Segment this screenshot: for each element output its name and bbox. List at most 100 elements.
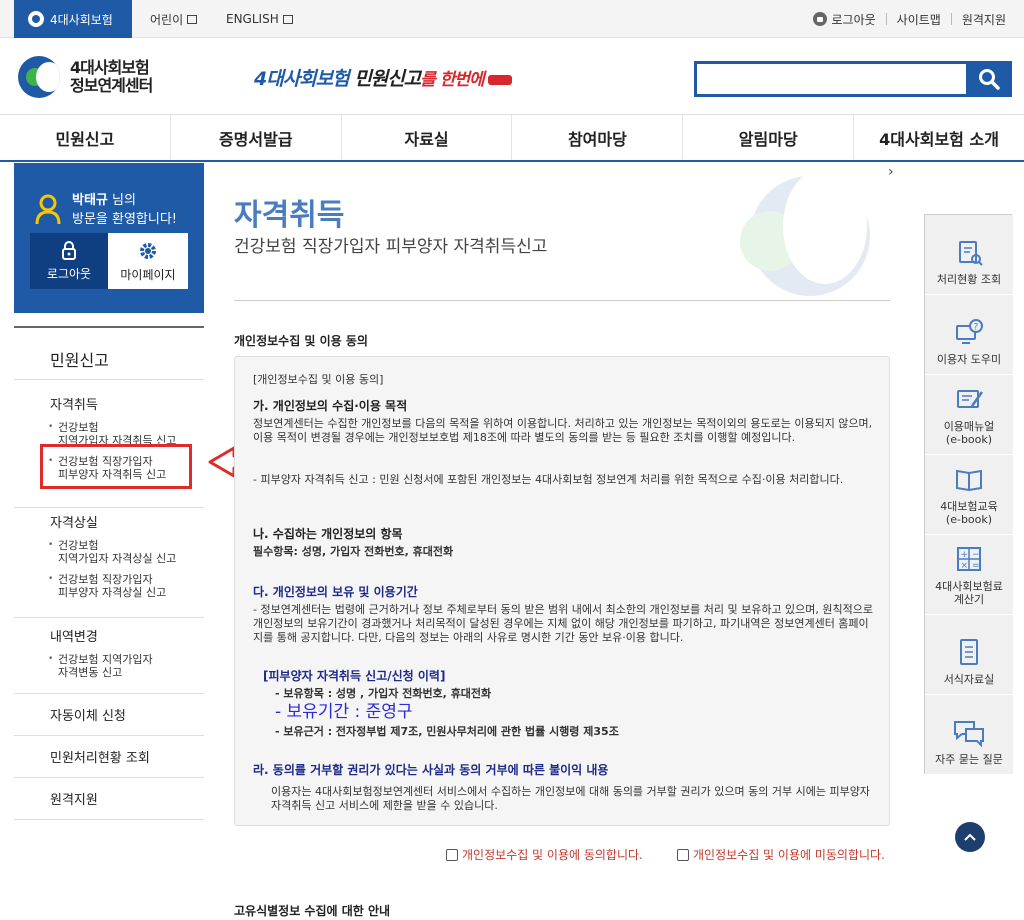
sitemap-link[interactable]: 사이트맵 [897, 11, 941, 28]
greeting-line2: 방문을 환영합니다! [72, 212, 178, 227]
sidebar-item-line1: 건강보험 [58, 421, 99, 434]
svg-text:×: × [961, 561, 969, 571]
red-arrow-icon [235, 357, 435, 497]
nav-library[interactable]: 자료실 [342, 115, 513, 160]
sidebar-item-line1: 건강보험 지역가입자 [58, 653, 153, 666]
record-item3: - 보유근거 : 전자정부법 제7조, 민원사무처리에 관한 법률 시행령 제3… [275, 725, 619, 738]
quick-item-label: 이용매뉴얼 (e-book) [943, 420, 995, 446]
welcome-panel: 박태규 님의 방문을 환영합니다! 로그아웃 마이페이지 [14, 163, 204, 313]
mypage-button-label: 마이페이지 [120, 267, 176, 282]
quick-item-label: 이용자 도우미 [936, 353, 1002, 366]
quick-item-label: 처리현황 조회 [936, 273, 1002, 286]
chevron-right-icon[interactable]: › [888, 164, 894, 180]
agree-checkbox[interactable] [446, 848, 458, 861]
manual-edit-icon [957, 390, 984, 408]
logout-link[interactable]: 로그아웃 [831, 11, 875, 28]
sidebar-item-line2: 피부양자 자격상실 신고 [58, 586, 167, 599]
sidebar-item-line1: 건강보험 [58, 539, 99, 552]
slogan-part1: 4대사회보험 [254, 68, 350, 90]
sidebar-group-title[interactable]: 내역변경 [14, 626, 204, 645]
svg-text:+: + [961, 550, 969, 560]
logo-icon [18, 56, 60, 98]
user-name: 박태규 [72, 193, 108, 208]
disagree-checkbox[interactable] [677, 848, 689, 861]
section-title-unique-id: 고유식별정보 수집에 대한 안내 [234, 904, 391, 918]
new-window-icon [187, 14, 198, 24]
mypage-button[interactable]: 마이페이지 [108, 233, 188, 289]
sidebar-item-line2: 자격변동 신고 [58, 666, 123, 679]
new-window-icon [282, 14, 293, 24]
highlight-box [40, 444, 192, 489]
sidebar-item-regional-change[interactable]: 건강보험 지역가입자 자격변동 신고 [14, 653, 204, 679]
consent-text-box[interactable]: [개인정보수집 및 이용 동의] 가. 개인정보의 수집·이용 목적 정보연계센… [234, 356, 890, 826]
nav-certificate[interactable]: 증명서발급 [171, 115, 342, 160]
section-ra-title: 라. 동의를 거부할 권리가 있다는 사실과 동의 거부에 따른 불이익 내용 [253, 763, 609, 777]
sidebar-item-status-inquiry[interactable]: 민원처리현황 조회 [14, 736, 204, 778]
sidebar-group-change: 내역변경 건강보험 지역가입자 자격변동 신고 [14, 618, 204, 694]
padlock-icon [62, 240, 76, 260]
sidebar-group-title[interactable]: 자격상실 [14, 512, 204, 531]
svg-text:−: − [972, 550, 980, 560]
kids-link[interactable]: 어린이 [150, 0, 198, 38]
sidebar-item-auto-transfer[interactable]: 자동이체 신청 [14, 694, 204, 736]
svg-text:?: ? [974, 323, 979, 333]
header-slogan: 4대사회보험 민원신고를 한번에 [254, 64, 512, 91]
logout-button[interactable]: 로그아웃 [30, 233, 108, 289]
site-logo[interactable]: 4대사회보험 정보연계센터 [18, 56, 153, 98]
disagree-option[interactable]: 개인정보수집 및 이용에 미동의합니다. [677, 846, 885, 863]
section-na-title: 나. 수집하는 개인정보의 항목 [253, 527, 403, 541]
search-box [694, 61, 966, 97]
search-icon [979, 69, 1000, 90]
sidebar-item-regional-loss[interactable]: 건강보험 지역가입자 자격상실 신고 [14, 539, 204, 565]
clipboard-search-icon [959, 241, 983, 266]
slogan-deco-icon [487, 74, 512, 85]
divider [234, 300, 890, 301]
nav-civil-report[interactable]: 민원신고 [0, 115, 171, 160]
agree-option[interactable]: 개인정보수집 및 이용에 동의합니다. [446, 846, 643, 863]
svg-text:=: = [972, 561, 980, 571]
record-item2: - 보유기간 : 준영구 [275, 702, 413, 722]
nav-about[interactable]: 4대사회보험 소개 [854, 115, 1024, 160]
quick-item-label: 4대보험교육 (e-book) [940, 500, 998, 526]
welcome-buttons: 로그아웃 마이페이지 [30, 233, 188, 289]
main-navigation: 민원신고 증명서발급 자료실 참여마당 알림마당 4대사회보험 소개 [0, 114, 1024, 162]
quick-item-label: 4대사회보험료 계산기 [935, 580, 1003, 606]
section-ra-body: 이용자는 4대사회보험정보연계센터 서비스에서 수집하는 개인정보에 대해 동의… [271, 785, 870, 812]
tab-4-social-insurance[interactable]: 4대사회보험 [14, 0, 132, 38]
quick-item-helper[interactable]: ? 이용자 도우미 [925, 295, 1013, 375]
sidebar-item-line1: 건강보험 직장가입자 [58, 573, 153, 586]
sidebar-group-title[interactable]: 자격취득 [14, 394, 204, 413]
quick-item-label: 자주 묻는 질문 [935, 753, 1003, 766]
english-link[interactable]: ENGLISH [226, 0, 293, 38]
sidebar-item-line2: 지역가입자 자격상실 신고 [58, 552, 177, 565]
quick-item-faq[interactable]: 자주 묻는 질문 [925, 695, 1013, 775]
faq-bubble-icon [954, 721, 984, 747]
quick-item-education[interactable]: 4대보험교육 (e-book) [925, 455, 1013, 535]
quick-item-status[interactable]: 처리현황 조회 [925, 215, 1013, 295]
sidebar-item-remote-support[interactable]: 원격지원 [14, 778, 204, 820]
tab-label: 4대사회보험 [50, 12, 113, 27]
quick-item-forms[interactable]: 서식자료실 [925, 615, 1013, 695]
scroll-top-button[interactable] [955, 822, 985, 852]
remote-support-link[interactable]: 원격지원 [962, 11, 1006, 28]
nav-participation[interactable]: 참여마당 [512, 115, 684, 160]
brand-name: 4대사회보험 정보연계센터 [70, 59, 153, 95]
section-na-body: 필수항목: 성명, 가입자 전화번호, 휴대전화 [253, 545, 454, 558]
greeting-suffix: 님의 [107, 193, 136, 208]
nav-notice[interactable]: 알림마당 [683, 115, 855, 160]
agree-label: 개인정보수집 및 이용에 동의합니다. [462, 848, 643, 862]
search-input[interactable] [697, 64, 966, 94]
quick-item-manual[interactable]: 이용매뉴얼 (e-book) [925, 375, 1013, 455]
document-icon [960, 639, 978, 665]
quick-item-calculator[interactable]: + − × = 4대사회보험료 계산기 [925, 535, 1013, 615]
chevron-up-icon [964, 833, 976, 841]
section-title-consent: 개인정보수집 및 이용 동의 [234, 334, 368, 348]
search-button[interactable] [966, 61, 1012, 97]
quick-menu: 처리현황 조회 ? 이용자 도우미 이용매뉴얼 (e-book) 4대보험교육 … [924, 214, 1013, 775]
kids-link-label: 어린이 [150, 12, 184, 27]
page-subtitle: 건강보험 직장가입자 피부양자 자격취득신고 [234, 237, 548, 257]
sidebar-title: 민원신고 [14, 326, 204, 380]
slogan-part3: 를 한번에 [420, 70, 484, 90]
sidebar-item-dependent-loss[interactable]: 건강보험 직장가입자 피부양자 자격상실 신고 [14, 573, 204, 599]
section-da-body: - 정보연계센터는 법령에 근거하거나 정보 주체로부터 동의 받은 범위 내에… [253, 603, 874, 644]
